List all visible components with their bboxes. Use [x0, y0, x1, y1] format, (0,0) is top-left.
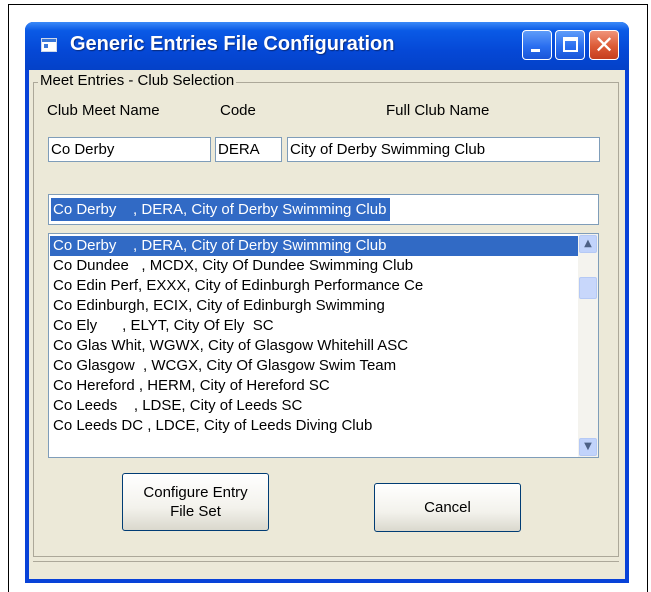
chevron-up-icon: ▲ [584, 238, 592, 249]
header-code: Code [220, 102, 256, 119]
scroll-up-button[interactable]: ▲ [579, 235, 597, 253]
app-window-icon[interactable] [41, 38, 57, 52]
list-item[interactable]: Co Edin Perf, EXXX, City of Edinburgh Pe… [50, 276, 579, 296]
header-club-meet-name: Club Meet Name [47, 102, 160, 119]
list-item[interactable]: Co Leeds , LDSE, City of Leeds SC [50, 396, 579, 416]
dialog-window: Generic Entries File Configuration ✕ Mee… [25, 22, 629, 583]
window-title: Generic Entries File Configuration [70, 33, 395, 55]
list-scrollbar[interactable]: ▲ ▼ [578, 234, 598, 457]
dialog-client-area: Meet Entries - Club Selection Club Meet … [29, 70, 625, 579]
maximize-button[interactable] [555, 30, 585, 60]
code-field[interactable]: DERA [215, 137, 282, 162]
minimize-button[interactable] [522, 30, 552, 60]
list-item[interactable]: Co Dundee , MCDX, City Of Dundee Swimmin… [50, 256, 579, 276]
club-meet-name-field[interactable]: Co Derby [48, 137, 211, 162]
status-strip [33, 561, 619, 575]
list-item[interactable]: Co Hereford , HERM, City of Hereford SC [50, 376, 579, 396]
cancel-button[interactable]: Cancel [374, 483, 521, 532]
list-item[interactable]: Co Derby , DERA, City of Derby Swimming … [50, 236, 579, 256]
group-legend: Meet Entries - Club Selection [38, 72, 237, 89]
close-button[interactable]: ✕ [589, 30, 619, 60]
configure-entry-file-set-button[interactable]: Configure Entry File Set [122, 473, 269, 531]
maximize-icon [563, 37, 578, 52]
club-list-box[interactable]: Co Derby , DERA, City of Derby Swimming … [48, 233, 599, 458]
chevron-down-icon: ▼ [584, 441, 592, 452]
club-combo-box[interactable]: Co Derby , DERA, City of Derby Swimming … [48, 194, 599, 225]
minimize-icon [531, 49, 540, 52]
configure-button-label-line1: Configure Entry [143, 484, 248, 501]
combo-selected-text: Co Derby , DERA, City of Derby Swimming … [51, 198, 391, 221]
title-bar[interactable]: Generic Entries File Configuration ✕ [25, 22, 629, 70]
list-item[interactable]: Co Glasgow , WCGX, City Of Glasgow Swim … [50, 356, 579, 376]
cancel-button-label: Cancel [424, 499, 471, 516]
scroll-thumb[interactable] [579, 277, 597, 299]
scroll-down-button[interactable]: ▼ [579, 438, 597, 456]
configure-button-label-line2: File Set [170, 503, 221, 520]
header-full-club-name: Full Club Name [386, 102, 490, 119]
list-item[interactable]: Co Leeds DC , LDCE, City of Leeds Diving… [50, 416, 579, 436]
list-item[interactable]: Co Edinburgh, ECIX, City of Edinburgh Sw… [50, 296, 579, 316]
full-club-name-field[interactable]: City of Derby Swimming Club [287, 137, 600, 162]
close-icon: ✕ [593, 31, 615, 59]
list-item[interactable]: Co Glas Whit, WGWX, City of Glasgow Whit… [50, 336, 579, 356]
list-item[interactable]: Co Ely , ELYT, City Of Ely SC [50, 316, 579, 336]
